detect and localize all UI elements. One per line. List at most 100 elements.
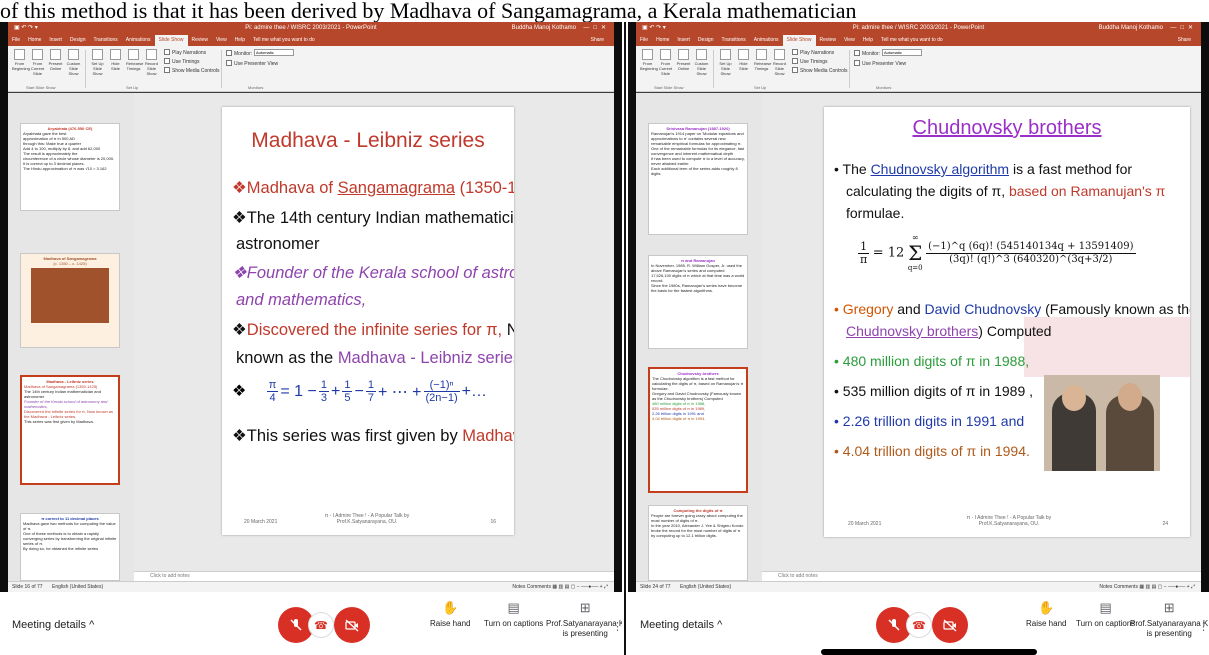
share-button[interactable]: Share xyxy=(587,35,608,46)
from-current-slide-button[interactable]: From Current Slide xyxy=(30,49,45,76)
play-narrations-checkbox[interactable]: Play Narrations xyxy=(792,49,834,56)
present-online-button[interactable]: Present Online xyxy=(676,49,691,71)
slide-canvas[interactable]: Madhava - Leibniz series ❖Madhava of San… xyxy=(222,107,514,535)
captions-button[interactable]: ▤ Turn on captions xyxy=(1076,600,1135,629)
slide-thumbnail-selected[interactable]: 16 Madhava - Leibniz series Madhava of S… xyxy=(20,375,120,485)
slideshow-icon xyxy=(642,49,653,60)
user-name[interactable]: Buddha Manoj Kothamo xyxy=(512,22,576,35)
from-current-slide-button[interactable]: From Current Slide xyxy=(658,49,673,76)
more-options-icon[interactable]: ⋮ xyxy=(1198,620,1209,633)
chudnovsky-brothers-photo xyxy=(1044,375,1160,471)
slide-thumbnail[interactable]: 17 π correct to 11 decimal places Madhav… xyxy=(20,513,120,581)
meeting-details-button[interactable]: Meeting details ^ xyxy=(12,619,94,631)
tab-review[interactable]: Review xyxy=(816,35,840,46)
slide-thumbnail[interactable]: 22 Srinivasa Ramanujan (1887-1920) Raman… xyxy=(648,123,748,235)
button-label: From Current Slide xyxy=(658,61,673,76)
presenting-status-button[interactable]: ⊞ Prof.Satyanarayana Kis presenting xyxy=(546,600,622,639)
set-up-slide-show-button[interactable]: Set Up Slide Show xyxy=(718,49,733,76)
bullet-text: is a fast method for xyxy=(1009,161,1133,177)
play-narrations-checkbox[interactable]: Play Narrations xyxy=(164,49,206,56)
tab-home[interactable]: Home xyxy=(24,35,45,46)
monitor-select[interactable]: Automatic xyxy=(882,49,922,56)
slide-bullet-continuation: astronomer xyxy=(236,235,320,253)
view-controls[interactable]: Notes Comments ▦ ▥ ▤ ▢ − ──●── + ⤢ xyxy=(512,582,608,592)
rehearse-timings-button[interactable]: Rehearse Timings xyxy=(754,49,771,71)
share-button[interactable]: Share xyxy=(1174,35,1195,46)
slide-bullet: ❖Madhava of Sangamagrama (1350-1425) xyxy=(232,177,514,199)
window-controls[interactable]: —□✕ xyxy=(583,22,610,35)
notes-pane[interactable]: Click to add notes xyxy=(762,571,1201,581)
slide-thumbnail-selected[interactable]: 24 Chudnovsky brothers The Chudnovsky al… xyxy=(648,367,748,493)
tab-view[interactable]: View xyxy=(212,35,231,46)
tab-slide-show[interactable]: Slide Show xyxy=(782,35,816,46)
monitor-select[interactable]: Automatic xyxy=(254,49,294,56)
show-media-controls-checkbox[interactable]: Show Media Controls xyxy=(164,67,220,74)
bullet-text: Discovered the infinite series for π, xyxy=(246,321,503,339)
view-controls[interactable]: Notes Comments ▦ ▥ ▤ ▢ − ──●── + ⤢ xyxy=(1099,582,1195,592)
bullet-text: The xyxy=(842,161,871,177)
leave-call-button[interactable]: ☎ xyxy=(308,612,334,638)
from-beginning-button[interactable]: From Beginning xyxy=(12,49,30,71)
slide-date: 20 March 2021 xyxy=(848,521,882,527)
slide-canvas[interactable]: Chudnovsky brothers • The Chudnovsky alg… xyxy=(824,107,1190,537)
tab-insert[interactable]: Insert xyxy=(45,35,66,46)
language[interactable]: English (United States) xyxy=(52,584,103,590)
window-controls[interactable]: —□✕ xyxy=(1170,22,1197,35)
rehearse-timings-button[interactable]: Rehearse Timings xyxy=(126,49,143,71)
notes-pane[interactable]: Click to add notes xyxy=(134,571,614,581)
camera-off-button[interactable] xyxy=(334,607,370,643)
show-media-controls-checkbox[interactable]: Show Media Controls xyxy=(792,67,848,74)
custom-slide-show-button[interactable]: Custom Slide Show xyxy=(66,49,81,76)
slide-thumbnail[interactable]: 15 Madhava of Sangamagrama (c. 1350 – c.… xyxy=(20,253,120,348)
use-timings-checkbox[interactable]: Use Timings xyxy=(792,58,828,65)
tab-transitions[interactable]: Transitions xyxy=(90,35,122,46)
user-name[interactable]: Buddha Manoj Kothamo xyxy=(1099,22,1163,35)
tab-design[interactable]: Design xyxy=(694,35,718,46)
slide-thumbnail[interactable]: 23 π and Ramanujan In November, 1985, R.… xyxy=(648,255,748,349)
slide-bullet-continuation: known as the Madhava - Leibniz series, xyxy=(236,347,514,369)
tab-file[interactable]: File xyxy=(636,35,652,46)
from-beginning-button[interactable]: From Beginning xyxy=(640,49,658,71)
ribbon-divider xyxy=(85,50,86,88)
hide-slide-button[interactable]: Hide Slide xyxy=(736,49,751,71)
slide-thumbnail[interactable]: 14 Aryabhata (476-550 CE) Aryabhata gave… xyxy=(20,123,120,211)
leave-call-button[interactable]: ☎ xyxy=(906,612,932,638)
raise-hand-button[interactable]: ✋ Raise hand xyxy=(430,600,470,629)
tab-view[interactable]: View xyxy=(840,35,859,46)
tab-help[interactable]: Help xyxy=(859,35,877,46)
custom-slide-show-button[interactable]: Custom Slide Show xyxy=(694,49,709,76)
tell-me-search[interactable]: Tell me what you want to do xyxy=(877,35,947,46)
hide-slide-button[interactable]: Hide Slide xyxy=(108,49,123,71)
record-slide-show-button[interactable]: Record Slide Show xyxy=(144,49,159,76)
meeting-details-button[interactable]: Meeting details ^ xyxy=(640,619,722,631)
use-presenter-view-checkbox[interactable]: Use Presenter View xyxy=(854,60,906,67)
tell-me-search[interactable]: Tell me what you want to do xyxy=(249,35,319,46)
slide-number: 24 xyxy=(1162,521,1168,527)
use-timings-checkbox[interactable]: Use Timings xyxy=(164,58,200,65)
captions-button[interactable]: ▤ Turn on captions xyxy=(484,600,543,629)
button-label: Custom Slide Show xyxy=(694,61,709,76)
bullet-text: (Famously known as the xyxy=(1041,301,1190,317)
tab-file[interactable]: File xyxy=(8,35,24,46)
tab-home[interactable]: Home xyxy=(652,35,673,46)
tab-help[interactable]: Help xyxy=(231,35,249,46)
set-up-slide-show-button[interactable]: Set Up Slide Show xyxy=(90,49,105,76)
camera-off-button[interactable] xyxy=(932,607,968,643)
button-label: From Current Slide xyxy=(30,61,45,76)
tab-review[interactable]: Review xyxy=(188,35,212,46)
raise-hand-button[interactable]: ✋ Raise hand xyxy=(1026,600,1066,629)
tab-animations[interactable]: Animations xyxy=(750,35,783,46)
more-options-icon[interactable]: ⋮ xyxy=(612,620,622,633)
present-online-button[interactable]: Present Online xyxy=(48,49,63,71)
record-slide-show-button[interactable]: Record Slide Show xyxy=(772,49,787,76)
tab-design[interactable]: Design xyxy=(66,35,90,46)
use-presenter-view-checkbox[interactable]: Use Presenter View xyxy=(226,60,278,67)
language[interactable]: English (United States) xyxy=(680,584,731,590)
presenting-status-button[interactable]: ⊞ Prof.Satyanarayana Kis presenting xyxy=(1130,600,1208,639)
tab-insert[interactable]: Insert xyxy=(673,35,694,46)
tab-transitions[interactable]: Transitions xyxy=(718,35,750,46)
tab-animations[interactable]: Animations xyxy=(122,35,155,46)
tab-slide-show[interactable]: Slide Show xyxy=(154,35,188,46)
formula-text: = 12 xyxy=(872,245,905,261)
slide-thumbnail[interactable]: 25 Computing the digits of π People are … xyxy=(648,505,748,581)
